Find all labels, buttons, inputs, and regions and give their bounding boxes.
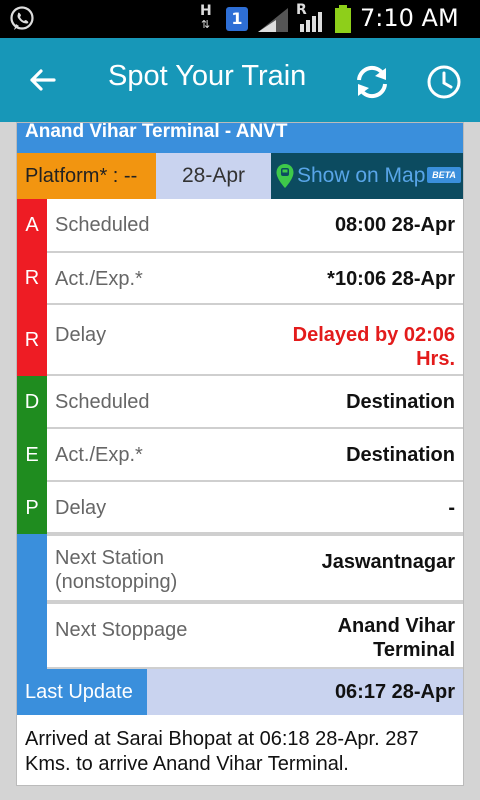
next-stoppage-row: Next Stoppage Anand Vihar Terminal [47, 602, 463, 669]
last-update-value: 06:17 28-Apr [147, 669, 463, 715]
arrival-delay-row: Delay Delayed by 02:06 Hrs. [47, 305, 463, 376]
status-bar: H ⇅ 1 R 7:10 AM [0, 0, 480, 38]
show-on-map-label: Show on Map [297, 164, 426, 187]
arrival-letter-a: A [25, 214, 39, 236]
departure-letter-e: E [25, 444, 39, 466]
row-value: 08:00 28-Apr [334, 214, 455, 236]
delay-value: Delayed by 02:06 Hrs. [292, 324, 455, 370]
row-label: Scheduled [55, 214, 150, 236]
departure-side-bar: D E P [17, 376, 47, 534]
last-update-label: Last Update [17, 669, 147, 715]
row-label: Next Station (nonstopping) [55, 547, 178, 593]
row-label: Act./Exp.* [55, 268, 143, 290]
date-selector[interactable]: 28-Apr [156, 153, 271, 199]
show-on-map-button[interactable]: Show on Map BETA [271, 153, 463, 199]
network-type: H [200, 3, 212, 19]
station-title-bar: Anand Vihar Terminal - ANVT [17, 121, 463, 153]
signal-strength-icon [300, 12, 322, 32]
row-value: - [448, 497, 455, 519]
platform-badge: Platform* : -- [17, 153, 156, 199]
whatsapp-icon [10, 6, 34, 30]
departure-letter-p: P [25, 497, 39, 519]
row-value: *10:06 28-Apr [327, 268, 455, 290]
train-status-card: Anand Vihar Terminal - ANVT Platform* : … [16, 122, 464, 786]
row-value: Anand Vihar Terminal [337, 615, 455, 661]
arrival-actual-row: Act./Exp.* *10:06 28-Apr [47, 253, 463, 305]
history-clock-icon[interactable] [424, 62, 464, 102]
refresh-icon[interactable] [350, 60, 394, 104]
row-label: Delay [55, 324, 107, 346]
last-update-row: Last Update 06:17 28-Apr [17, 669, 463, 715]
next-station-row: Next Station (nonstopping) Jaswantnagar [47, 534, 463, 602]
station-info-row: Platform* : -- 28-Apr Show on Map BETA [17, 153, 463, 199]
page-title: Spot Your Train [108, 60, 307, 92]
signal-strength-icon [258, 8, 288, 32]
battery-icon [335, 5, 351, 33]
arrival-letter-r2: R [24, 329, 40, 351]
clock-time: 7:10 AM [360, 4, 459, 32]
row-label: Next Stoppage [55, 619, 188, 641]
beta-badge: BETA [427, 167, 461, 183]
departure-letter-d: D [24, 391, 40, 413]
departure-actual-row: Act./Exp.* Destination [47, 429, 463, 482]
row-label: Scheduled [55, 391, 150, 413]
departure-delay-row: Delay - [47, 482, 463, 534]
row-label: Delay [55, 497, 107, 519]
status-message: Arrived at Sarai Bhopat at 06:18 28-Apr.… [25, 728, 419, 775]
map-pin-icon [276, 164, 294, 188]
row-value: Destination [346, 391, 455, 413]
app-bar: Spot Your Train [0, 38, 480, 122]
row-value: Jaswantnagar [321, 551, 455, 573]
arrival-side-bar: A R R [17, 199, 47, 376]
row-label: Act./Exp.* [55, 444, 143, 466]
sim-slot-badge: 1 [226, 7, 248, 31]
station-name: Anand Vihar Terminal - ANVT [25, 121, 288, 142]
arrival-letter-r: R [24, 267, 40, 289]
departure-scheduled-row: Scheduled Destination [47, 376, 463, 429]
next-side-bar [17, 534, 47, 669]
row-value: Destination [346, 444, 455, 466]
data-activity-icon: ⇅ [201, 18, 211, 31]
back-arrow-icon[interactable] [22, 60, 62, 100]
arrival-scheduled-row: Scheduled 08:00 28-Apr [47, 199, 463, 253]
